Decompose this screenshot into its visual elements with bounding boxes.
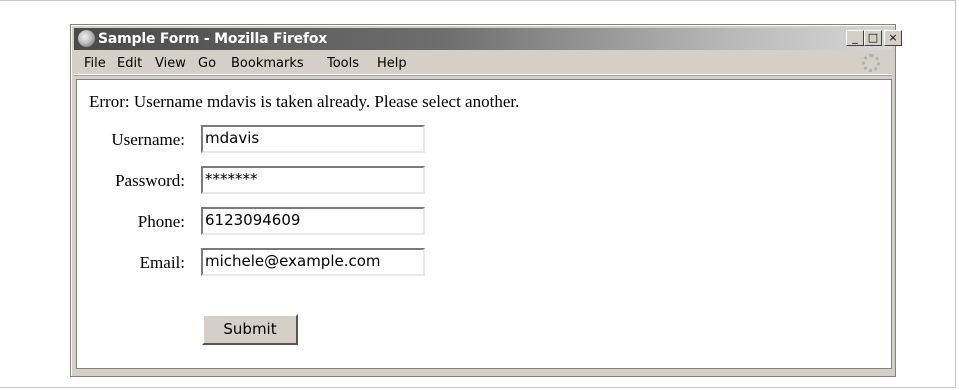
browser-window: Sample Form - Mozilla Firefox _ □ × File… (70, 24, 902, 377)
menu-view[interactable]: View (155, 56, 186, 71)
menu-help[interactable]: Help (377, 56, 407, 71)
close-button[interactable]: × (884, 30, 902, 46)
menu-go[interactable]: Go (198, 56, 216, 71)
error-message: Error: Username mdavis is taken already.… (89, 92, 520, 111)
menu-bar: File Edit View Go Bookmarks Tools Help (74, 52, 892, 75)
menu-tools[interactable]: Tools (327, 56, 359, 71)
password-input[interactable]: ******* (201, 166, 425, 194)
menu-edit[interactable]: Edit (117, 56, 142, 71)
maximize-button[interactable]: □ (864, 30, 882, 46)
menu-bookmarks[interactable]: Bookmarks (231, 56, 304, 71)
email-label: Email: (139, 253, 185, 272)
title-bar[interactable]: Sample Form - Mozilla Firefox _ □ × (74, 28, 902, 50)
username-input[interactable]: mdavis (201, 125, 425, 153)
username-label: Username: (111, 130, 185, 149)
menu-file[interactable]: File (84, 56, 106, 71)
window-title: Sample Form - Mozilla Firefox (98, 31, 328, 47)
phone-input[interactable]: 6123094609 (201, 207, 425, 235)
page-content: Error: Username mdavis is taken already.… (76, 79, 892, 369)
firefox-icon (78, 30, 95, 47)
phone-label: Phone: (137, 212, 185, 231)
throbber-icon (862, 54, 880, 72)
password-label: Password: (115, 171, 185, 190)
email-input[interactable]: michele@example.com (201, 248, 425, 276)
minimize-button[interactable]: _ (846, 30, 864, 46)
submit-button[interactable]: Submit (202, 314, 298, 345)
